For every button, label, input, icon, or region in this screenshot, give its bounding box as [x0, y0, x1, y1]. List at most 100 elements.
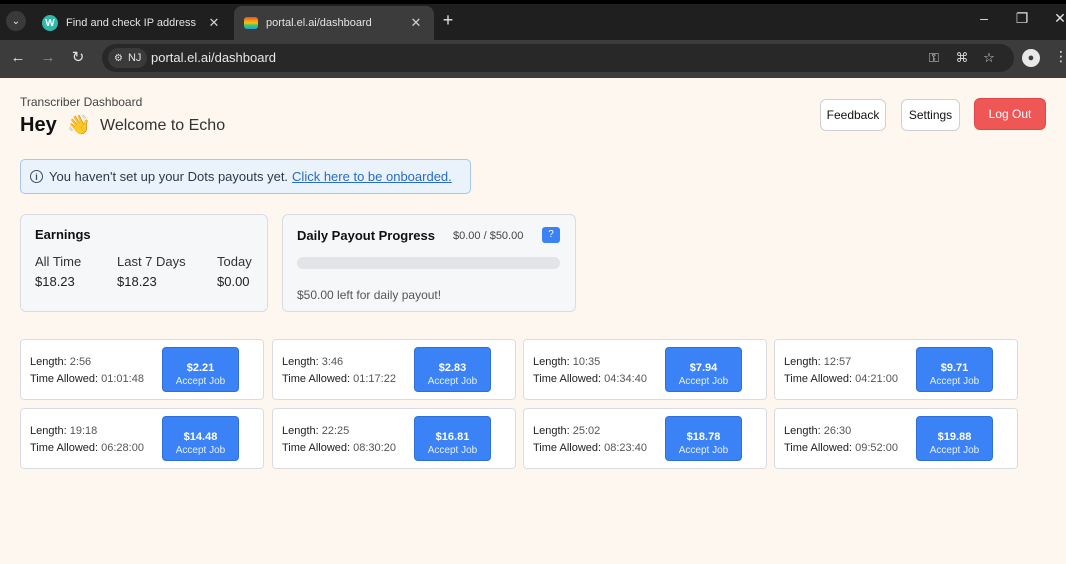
job-price: $18.78 [686, 430, 721, 443]
accept-job-button[interactable]: $19.88 Accept Job [916, 416, 993, 461]
info-icon: i [30, 170, 43, 183]
profile-icon[interactable]: ● [1022, 49, 1040, 67]
time-allowed-label: Time Allowed: [30, 373, 99, 385]
length-label: Length: [784, 356, 821, 368]
accept-job-button[interactable]: $14.48 Accept Job [162, 416, 239, 461]
job-card: Length: 3:46 Time Allowed: 01:17:22 $2.83 A… [272, 339, 516, 400]
time-allowed-label: Time Allowed: [784, 442, 853, 454]
accept-job-button[interactable]: $9.71 Accept Job [916, 347, 993, 392]
length-value: 22:25 [321, 425, 350, 437]
job-card: Length: 10:35 Time Allowed: 04:34:40 $7.94… [523, 339, 767, 400]
job-length: Length: 26:30 [784, 425, 851, 437]
job-price: $14.48 [183, 430, 218, 443]
job-time-allowed: Time Allowed: 08:30:20 [282, 442, 396, 454]
time-allowed-value: 09:52:00 [855, 442, 898, 454]
accept-job-button[interactable]: $2.21 Accept Job [162, 347, 239, 392]
key-icon[interactable]: ⚿ [925, 49, 943, 67]
length-value: 10:35 [572, 356, 601, 368]
tune-icon: ⚙ [114, 52, 123, 64]
restore-icon[interactable]: ❐ [1012, 10, 1032, 27]
length-label: Length: [533, 356, 570, 368]
job-time-allowed: Time Allowed: 01:01:48 [30, 373, 144, 385]
logout-button[interactable]: Log Out [974, 98, 1046, 130]
reload-icon[interactable]: ↻ [68, 48, 88, 68]
job-time-allowed: Time Allowed: 06:28:00 [30, 442, 144, 454]
job-card: Length: 26:30 Time Allowed: 09:52:00 $19.8… [774, 408, 1018, 469]
menu-icon[interactable]: ⋮ [1054, 48, 1066, 65]
job-card: Length: 22:25 Time Allowed: 08:30:20 $16.8… [272, 408, 516, 469]
daily-payout-title: Daily Payout Progress [297, 228, 435, 243]
job-card: Length: 2:56 Time Allowed: 01:01:48 $2.21 A… [20, 339, 264, 400]
translate-icon[interactable]: ⌘ [953, 49, 971, 67]
url-text[interactable]: portal.el.ai/dashboard [151, 50, 276, 65]
tab-dashboard[interactable]: portal.el.ai/dashboard ✕ [234, 6, 434, 40]
earnings-value: $18.23 [117, 274, 157, 289]
time-allowed-value: 01:17:22 [353, 373, 396, 385]
minimize-icon[interactable]: – [974, 10, 994, 26]
accept-job-label: Accept Job [678, 444, 729, 456]
window-close-icon[interactable]: ✕ [1050, 10, 1066, 27]
daily-payout-remaining: $50.00 left for daily payout! [297, 288, 442, 302]
site-info-chip[interactable]: ⚙ NJ [108, 48, 148, 68]
job-time-allowed: Time Allowed: 04:21:00 [784, 373, 898, 385]
accept-job-label: Accept Job [678, 375, 729, 387]
wave-icon: 👋 [67, 115, 91, 136]
help-button[interactable]: ? [542, 227, 560, 243]
earnings-title: Earnings [35, 227, 91, 242]
accept-job-label: Accept Job [175, 444, 226, 456]
accept-job-label: Accept Job [427, 444, 478, 456]
job-price: $19.88 [937, 430, 972, 443]
job-time-allowed: Time Allowed: 08:23:40 [533, 442, 647, 454]
close-icon[interactable]: ✕ [408, 15, 424, 31]
job-card: Length: 19:18 Time Allowed: 06:28:00 $14.4… [20, 408, 264, 469]
onboard-link[interactable]: Click here to be onboarded. [292, 169, 452, 184]
job-time-allowed: Time Allowed: 09:52:00 [784, 442, 898, 454]
accept-job-label: Accept Job [929, 444, 980, 456]
star-icon[interactable]: ☆ [980, 49, 998, 67]
earnings-label: Today [217, 254, 252, 269]
length-value: 3:46 [321, 356, 344, 368]
feedback-button[interactable]: Feedback [820, 99, 886, 131]
time-allowed-label: Time Allowed: [282, 373, 351, 385]
forward-icon[interactable]: → [38, 48, 58, 68]
accept-job-button[interactable]: $16.81 Accept Job [414, 416, 491, 461]
time-allowed-value: 04:21:00 [855, 373, 898, 385]
job-price: $2.21 [186, 361, 215, 374]
earnings-label: Last 7 Days [117, 254, 186, 269]
job-card: Length: 12:57 Time Allowed: 04:21:00 $9.71… [774, 339, 1018, 400]
accept-job-label: Accept Job [427, 375, 478, 387]
settings-button[interactable]: Settings [901, 99, 960, 131]
job-card: Length: 25:02 Time Allowed: 08:23:40 $18.7… [523, 408, 767, 469]
job-length: Length: 25:02 [533, 425, 600, 437]
page-subtitle: Transcriber Dashboard [20, 95, 143, 109]
time-allowed-label: Time Allowed: [533, 442, 602, 454]
length-label: Length: [533, 425, 570, 437]
time-allowed-value: 04:34:40 [604, 373, 647, 385]
alert-message: You haven't set up your Dots payouts yet… [49, 169, 289, 184]
job-length: Length: 2:56 [30, 356, 91, 368]
time-allowed-value: 06:28:00 [101, 442, 144, 454]
time-allowed-value: 08:30:20 [353, 442, 396, 454]
window-top-edge [0, 0, 1066, 4]
payout-setup-alert: i You haven't set up your Dots payouts y… [20, 159, 471, 194]
length-label: Length: [30, 425, 67, 437]
job-length: Length: 3:46 [282, 356, 343, 368]
earnings-value: $0.00 [217, 274, 250, 289]
welcome-text: Welcome to Echo [100, 117, 226, 134]
tab-search-icon[interactable]: ⌄ [6, 11, 26, 31]
w-favicon-icon: W [42, 15, 58, 31]
accept-job-label: Accept Job [175, 375, 226, 387]
length-value: 12:57 [823, 356, 852, 368]
close-icon[interactable]: ✕ [206, 15, 222, 31]
accept-job-button[interactable]: $7.94 Accept Job [665, 347, 742, 392]
length-label: Length: [282, 356, 319, 368]
time-allowed-label: Time Allowed: [784, 373, 853, 385]
accept-job-button[interactable]: $18.78 Accept Job [665, 416, 742, 461]
job-length: Length: 19:18 [30, 425, 97, 437]
job-length: Length: 12:57 [784, 356, 851, 368]
accept-job-button[interactable]: $2.83 Accept Job [414, 347, 491, 392]
new-tab-icon[interactable]: + [438, 10, 458, 31]
length-label: Length: [282, 425, 319, 437]
tab-ip-check[interactable]: W Find and check IP address ✕ [32, 6, 232, 40]
back-icon[interactable]: ← [8, 48, 28, 68]
